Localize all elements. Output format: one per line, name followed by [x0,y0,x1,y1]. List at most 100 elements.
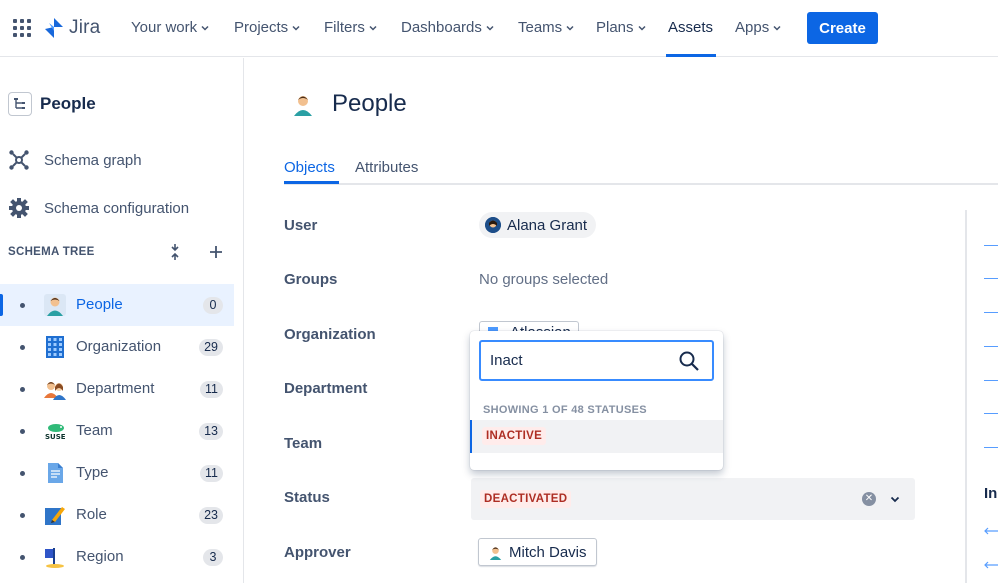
gear-icon [9,198,29,218]
tree-item-organization[interactable]: Organization 29 [0,326,234,368]
tree-item-count: 0 [203,297,223,314]
tree-bullet [20,387,25,392]
add-icon[interactable] [208,244,224,260]
sidebar: People Schema graph Schema configuration… [0,58,244,583]
nav-label: Assets [668,19,714,36]
jira-wordmark: Jira [69,17,101,38]
nav-label: Dashboards [401,19,482,36]
search-icon [679,351,699,371]
tree-item-count: 11 [200,465,223,482]
results-count: SHOWING 1 OF 48 STATUSES [483,404,647,416]
field-label-status: Status [284,489,330,506]
tree-item-role[interactable]: Role 23 [0,494,234,536]
avatar [489,546,502,560]
nav-dashboards[interactable]: Dashboards [401,19,495,36]
field-label-team: Team [284,435,323,452]
nav-projects[interactable]: Projects [234,19,301,36]
chevron-down-icon [773,25,781,31]
tree-item-region[interactable]: Region 3 [0,536,234,578]
status-search-field[interactable] [479,340,714,381]
schema-icon [8,92,32,116]
tree-item-department[interactable]: Department 11 [0,368,234,410]
field-label-approver: Approver [284,544,351,561]
tree-item-label: Role [76,506,107,523]
jira-mark-icon [45,18,63,38]
option-focus-indicator [470,420,472,453]
sidebar-link-schema-configuration[interactable]: Schema configuration [8,197,189,219]
tree-item-people[interactable]: People 0 [0,284,234,326]
person-icon [44,294,66,316]
right-panel-link[interactable] [984,346,998,347]
right-panel-link[interactable] [984,245,998,246]
chevron-down-icon [201,25,209,31]
nav-plans[interactable]: Plans [596,19,647,36]
nav-assets[interactable]: Assets [668,19,713,36]
tree-bullet [20,345,25,350]
status-select[interactable]: DEACTIVATED ✕ [471,478,915,520]
clear-icon[interactable]: ✕ [862,492,876,506]
nav-your-work[interactable]: Your work [131,19,210,36]
nav-teams[interactable]: Teams [518,19,575,36]
status-lozenge: DEACTIVATED [480,490,572,508]
status-lozenge: INACTIVE [482,427,547,445]
tree-item-team[interactable]: SUSE Team 13 [0,410,234,452]
status-search-input[interactable] [490,352,670,369]
sidebar-link-schema-graph[interactable]: Schema graph [8,149,142,171]
nav-label: Plans [596,19,634,36]
tree-item-count: 29 [199,339,223,356]
field-label-department: Department [284,380,368,397]
document-icon [48,463,63,483]
tab-objects[interactable]: Objects [284,159,335,176]
right-panel-link[interactable] [984,413,998,414]
schema-graph-icon [9,150,29,170]
right-panel-link[interactable] [984,380,998,381]
tree-item-count: 3 [203,549,223,566]
right-panel-link[interactable] [984,447,998,448]
sidebar-link-label: Schema configuration [44,199,190,217]
chevron-down-icon [292,25,300,31]
groups-value[interactable]: No groups selected [479,271,608,288]
nav-filters[interactable]: Filters [324,19,378,36]
tree-item-label: Region [76,548,124,565]
chevron-down-icon[interactable] [889,493,901,505]
chevron-down-icon [566,25,574,31]
right-panel-heading: In [984,485,998,502]
page-title: People [332,90,407,117]
arrow-left-icon[interactable] [983,560,998,570]
tree-item-count: 11 [200,381,223,398]
jira-logo[interactable]: Jira [44,17,100,39]
user-value[interactable]: Alana Grant [479,212,597,238]
tree-item-label: Type [76,464,109,481]
status-option-inactive[interactable]: INACTIVE [470,420,723,453]
collapse-all-icon[interactable] [168,243,182,261]
approver-value[interactable]: Mitch Davis [478,538,597,566]
flag-icon [45,548,64,568]
tree-item-label: Team [76,422,113,439]
top-navigation: Jira Your work Projects Filters Dashboar… [0,0,998,57]
app-switcher-icon[interactable] [13,19,31,37]
svg-text:SUSE: SUSE [45,433,66,441]
right-panel-link[interactable] [984,312,998,313]
nav-apps[interactable]: Apps [735,19,782,36]
nav-label: Your work [131,19,198,36]
approver-name: Mitch Davis [509,543,587,561]
arrow-left-icon[interactable] [983,526,998,536]
chevron-down-icon [369,25,377,31]
pencil-icon [45,507,65,525]
schema-tree-heading: SCHEMA TREE [8,246,95,258]
right-panel-link[interactable] [984,278,998,279]
building-icon [46,336,64,358]
tree-item-type[interactable]: Type 11 [0,452,234,494]
create-button[interactable]: Create [807,12,878,44]
suse-icon: SUSE [45,424,66,441]
chevron-down-icon [486,25,494,31]
status-dropdown: SHOWING 1 OF 48 STATUSES INACTIVE [470,331,723,470]
tree-bullet [20,513,25,518]
right-panel-divider [965,210,967,583]
tab-attributes[interactable]: Attributes [355,159,418,176]
sidebar-link-label: Schema graph [44,151,142,169]
selection-indicator [0,294,3,316]
group-icon [44,382,66,400]
nav-label: Teams [518,19,563,36]
nav-label: Filters [324,19,365,36]
